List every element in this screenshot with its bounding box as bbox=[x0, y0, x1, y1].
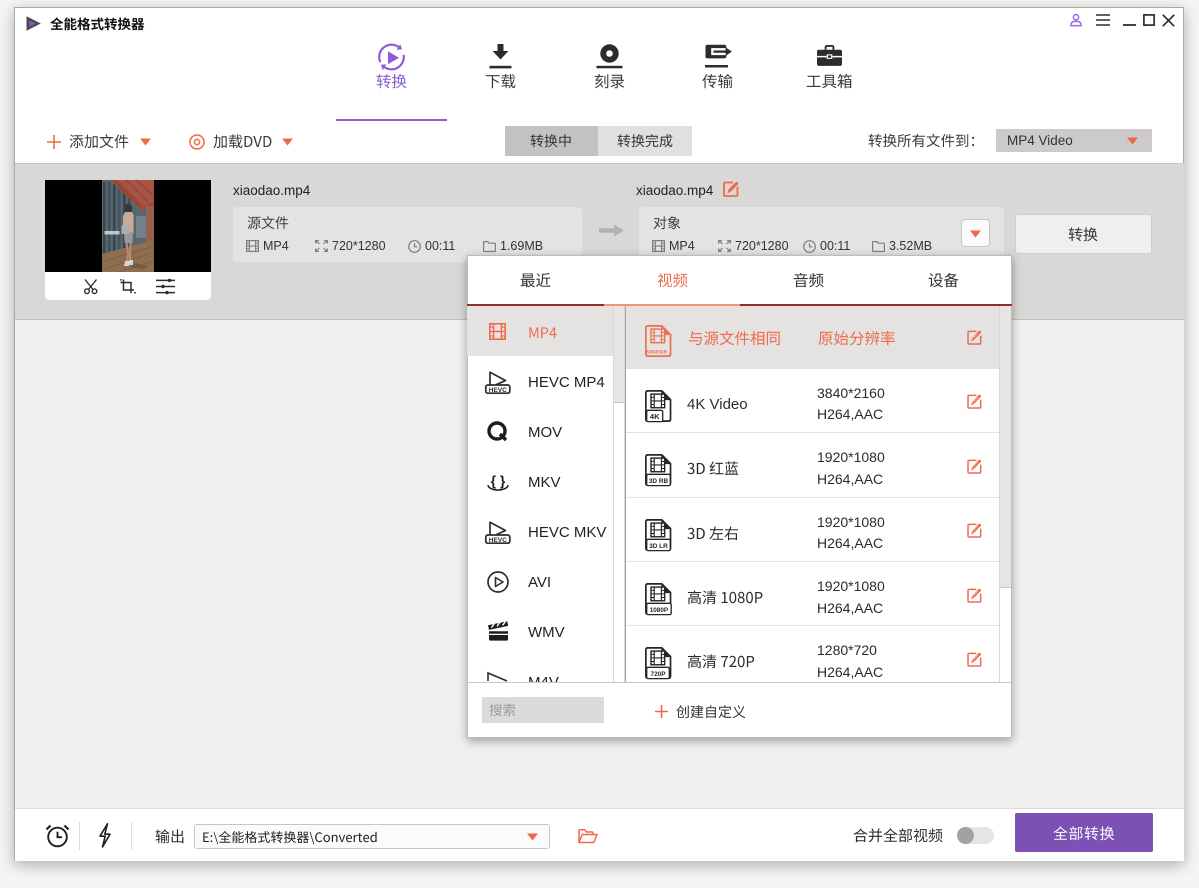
svg-text:{ }: { } bbox=[491, 473, 506, 489]
svg-text:3D RB: 3D RB bbox=[649, 478, 669, 485]
svg-text:1080P: 1080P bbox=[650, 607, 669, 614]
svg-text:HEVC: HEVC bbox=[489, 537, 507, 544]
svg-text:720P: 720P bbox=[651, 671, 667, 678]
svg-text:HEVC: HEVC bbox=[489, 387, 507, 394]
svg-text:4K: 4K bbox=[650, 411, 660, 420]
svg-text:3D LR: 3D LR bbox=[649, 542, 668, 549]
svg-text:source: source bbox=[646, 349, 667, 356]
